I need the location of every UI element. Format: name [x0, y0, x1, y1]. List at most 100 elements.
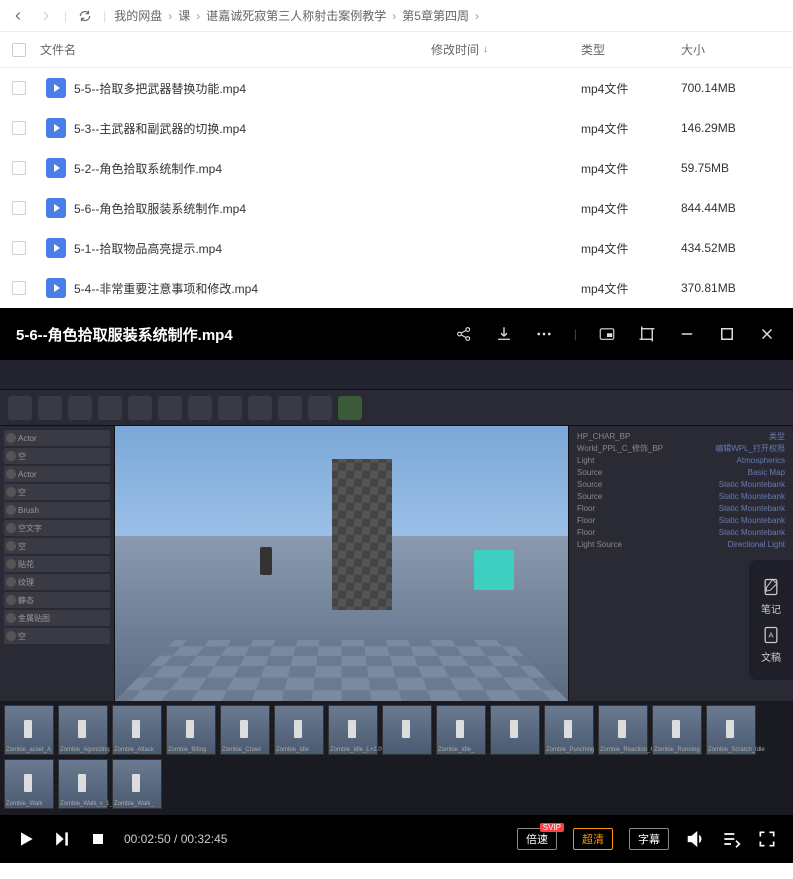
file-name[interactable]: 5-2--角色拾取系统制作.mp4	[74, 160, 431, 177]
subtitle-button[interactable]: 字幕	[629, 828, 669, 850]
sort-descending-icon: ↓	[483, 44, 488, 55]
file-size: 59.75MB	[681, 161, 781, 175]
playlist-button[interactable]	[721, 829, 741, 849]
chevron-right-icon: ›	[168, 9, 172, 23]
nav-refresh-button[interactable]	[75, 6, 95, 26]
svip-badge: SVIP	[540, 823, 564, 832]
file-size: 844.44MB	[681, 201, 781, 215]
player-controls: 00:02:50 / 00:32:45 倍速 SVIP 超清 字幕	[0, 815, 793, 863]
editor-content-browser: Zombie_asset_AZombie_AgonizingZombie_Att…	[0, 701, 793, 815]
file-row[interactable]: 5-6--角色拾取服装系统制作.mp4 mp4文件 844.44MB	[0, 188, 793, 228]
notes-label: 笔记	[761, 601, 781, 616]
file-list: 5-5--拾取多把武器替换功能.mp4 mp4文件 700.14MB 5-3--…	[0, 68, 793, 308]
file-type: mp4文件	[581, 200, 681, 217]
close-button[interactable]	[757, 324, 777, 344]
file-list-header: 文件名 修改时间 ↓ 类型 大小	[0, 32, 793, 68]
file-checkbox[interactable]	[12, 121, 26, 135]
editor-viewport	[115, 426, 568, 701]
file-checkbox[interactable]	[12, 161, 26, 175]
breadcrumb-item[interactable]: 我的网盘	[114, 7, 162, 24]
total-time: 00:32:45	[181, 832, 228, 846]
chevron-right-icon: ›	[196, 9, 200, 23]
chevron-right-icon: ›	[475, 9, 479, 23]
video-file-icon	[46, 238, 66, 258]
svg-text:A: A	[768, 630, 773, 639]
minimize-button[interactable]	[677, 324, 697, 344]
column-header-size[interactable]: 大小	[681, 41, 781, 58]
pip-button[interactable]	[597, 324, 617, 344]
file-type: mp4文件	[581, 240, 681, 257]
file-row[interactable]: 5-3--主武器和副武器的切换.mp4 mp4文件 146.29MB	[0, 108, 793, 148]
video-file-icon	[46, 118, 66, 138]
next-button[interactable]	[52, 829, 72, 849]
current-time: 00:02:50	[124, 832, 171, 846]
fullscreen-button[interactable]	[757, 829, 777, 849]
file-type: mp4文件	[581, 80, 681, 97]
file-checkbox[interactable]	[12, 241, 26, 255]
maximize-button[interactable]	[717, 324, 737, 344]
file-name[interactable]: 5-3--主武器和副武器的切换.mp4	[74, 120, 431, 137]
file-type: mp4文件	[581, 280, 681, 297]
preview-actions: |	[454, 324, 777, 344]
side-tools: 笔记 A 文稿	[749, 560, 793, 680]
editor-titlebar	[0, 360, 793, 390]
file-checkbox[interactable]	[12, 201, 26, 215]
file-row[interactable]: 5-1--拾取物品高亮提示.mp4 mp4文件 434.52MB	[0, 228, 793, 268]
preview-header: 5-6--角色拾取服装系统制作.mp4 |	[0, 308, 793, 360]
file-size: 370.81MB	[681, 281, 781, 295]
video-content: Actor空Actor空Brush空文字空贴花纹理静态金属贴图空 HP_CHAR…	[0, 360, 793, 815]
file-name[interactable]: 5-6--角色拾取服装系统制作.mp4	[74, 200, 431, 217]
play-button[interactable]	[16, 829, 36, 849]
file-type: mp4文件	[581, 120, 681, 137]
file-name[interactable]: 5-5--拾取多把武器替换功能.mp4	[74, 80, 431, 97]
file-checkbox[interactable]	[12, 281, 26, 295]
speed-label: 倍速	[526, 834, 548, 846]
file-name[interactable]: 5-4--非常重要注意事项和修改.mp4	[74, 280, 431, 297]
video-area[interactable]: Actor空Actor空Brush空文字空贴花纹理静态金属贴图空 HP_CHAR…	[0, 360, 793, 815]
quality-button[interactable]: 超清	[573, 828, 613, 850]
editor-toolbar	[0, 390, 793, 426]
select-all-checkbox[interactable]	[12, 43, 26, 57]
file-checkbox[interactable]	[12, 81, 26, 95]
nav-back-button[interactable]	[8, 6, 28, 26]
file-type: mp4文件	[581, 160, 681, 177]
speed-button[interactable]: 倍速 SVIP	[517, 828, 557, 850]
column-header-time[interactable]: 修改时间 ↓	[431, 41, 581, 58]
nav-bar: | | 我的网盘 › 课 › 谌嘉诚死寂第三人称射击案例教学 › 第5章第四周 …	[0, 0, 793, 32]
breadcrumb: 我的网盘 › 课 › 谌嘉诚死寂第三人称射击案例教学 › 第5章第四周 ›	[114, 7, 479, 24]
nav-separator: |	[64, 9, 67, 23]
breadcrumb-item[interactable]: 第5章第四周	[402, 7, 469, 24]
nav-separator: |	[103, 9, 106, 23]
share-button[interactable]	[454, 324, 474, 344]
volume-button[interactable]	[685, 829, 705, 849]
video-file-icon	[46, 78, 66, 98]
breadcrumb-item[interactable]: 谌嘉诚死寂第三人称射击案例教学	[206, 7, 386, 24]
playback-time: 00:02:50 / 00:32:45	[124, 832, 227, 846]
breadcrumb-item[interactable]: 课	[178, 7, 190, 24]
preview-title: 5-6--角色拾取服装系统制作.mp4	[16, 324, 454, 345]
chevron-right-icon: ›	[392, 9, 396, 23]
file-size: 700.14MB	[681, 81, 781, 95]
download-button[interactable]	[494, 324, 514, 344]
file-size: 434.52MB	[681, 241, 781, 255]
transcript-button[interactable]: A 文稿	[749, 620, 793, 668]
crop-button[interactable]	[637, 324, 657, 344]
transcript-label: 文稿	[761, 649, 781, 664]
editor-left-panel: Actor空Actor空Brush空文字空贴花纹理静态金属贴图空	[0, 426, 115, 701]
file-row[interactable]: 5-4--非常重要注意事项和修改.mp4 mp4文件 370.81MB	[0, 268, 793, 308]
stop-button[interactable]	[88, 829, 108, 849]
nav-forward-button[interactable]	[36, 6, 56, 26]
more-button[interactable]	[534, 324, 554, 344]
file-row[interactable]: 5-2--角色拾取系统制作.mp4 mp4文件 59.75MB	[0, 148, 793, 188]
column-header-name[interactable]: 文件名	[36, 41, 431, 58]
file-name[interactable]: 5-1--拾取物品高亮提示.mp4	[74, 240, 431, 257]
column-header-type[interactable]: 类型	[581, 41, 681, 58]
file-size: 146.29MB	[681, 121, 781, 135]
video-preview-panel: 5-6--角色拾取服装系统制作.mp4 | Actor空Actor空Brush空…	[0, 308, 793, 863]
divider: |	[574, 327, 577, 341]
video-file-icon	[46, 198, 66, 218]
video-file-icon	[46, 158, 66, 178]
column-header-time-label: 修改时间	[431, 41, 479, 58]
file-row[interactable]: 5-5--拾取多把武器替换功能.mp4 mp4文件 700.14MB	[0, 68, 793, 108]
notes-button[interactable]: 笔记	[749, 572, 793, 620]
